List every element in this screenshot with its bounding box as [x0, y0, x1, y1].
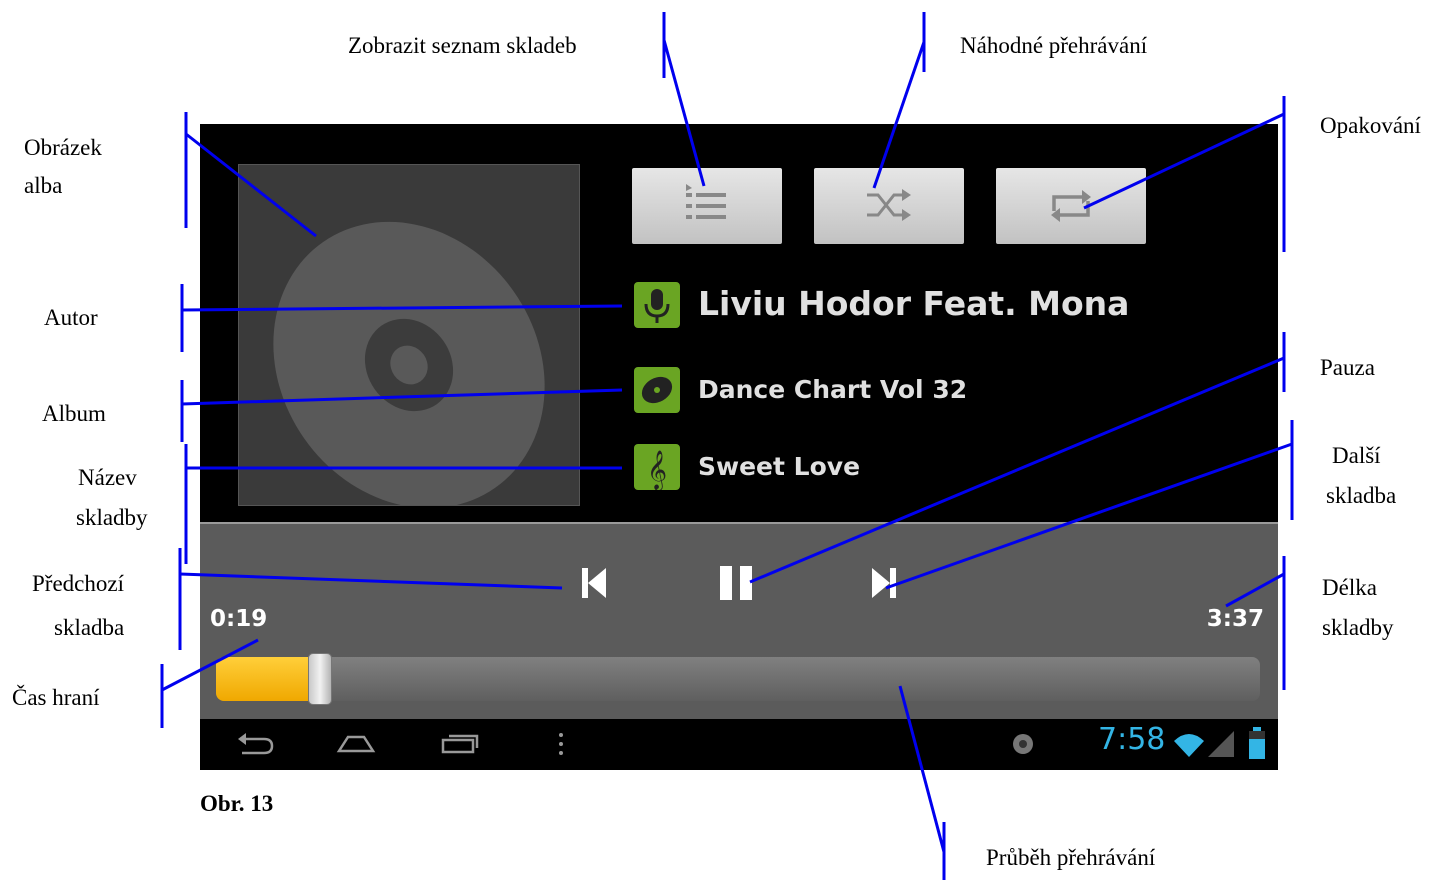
- annotation-lines: [160, 12, 1294, 880]
